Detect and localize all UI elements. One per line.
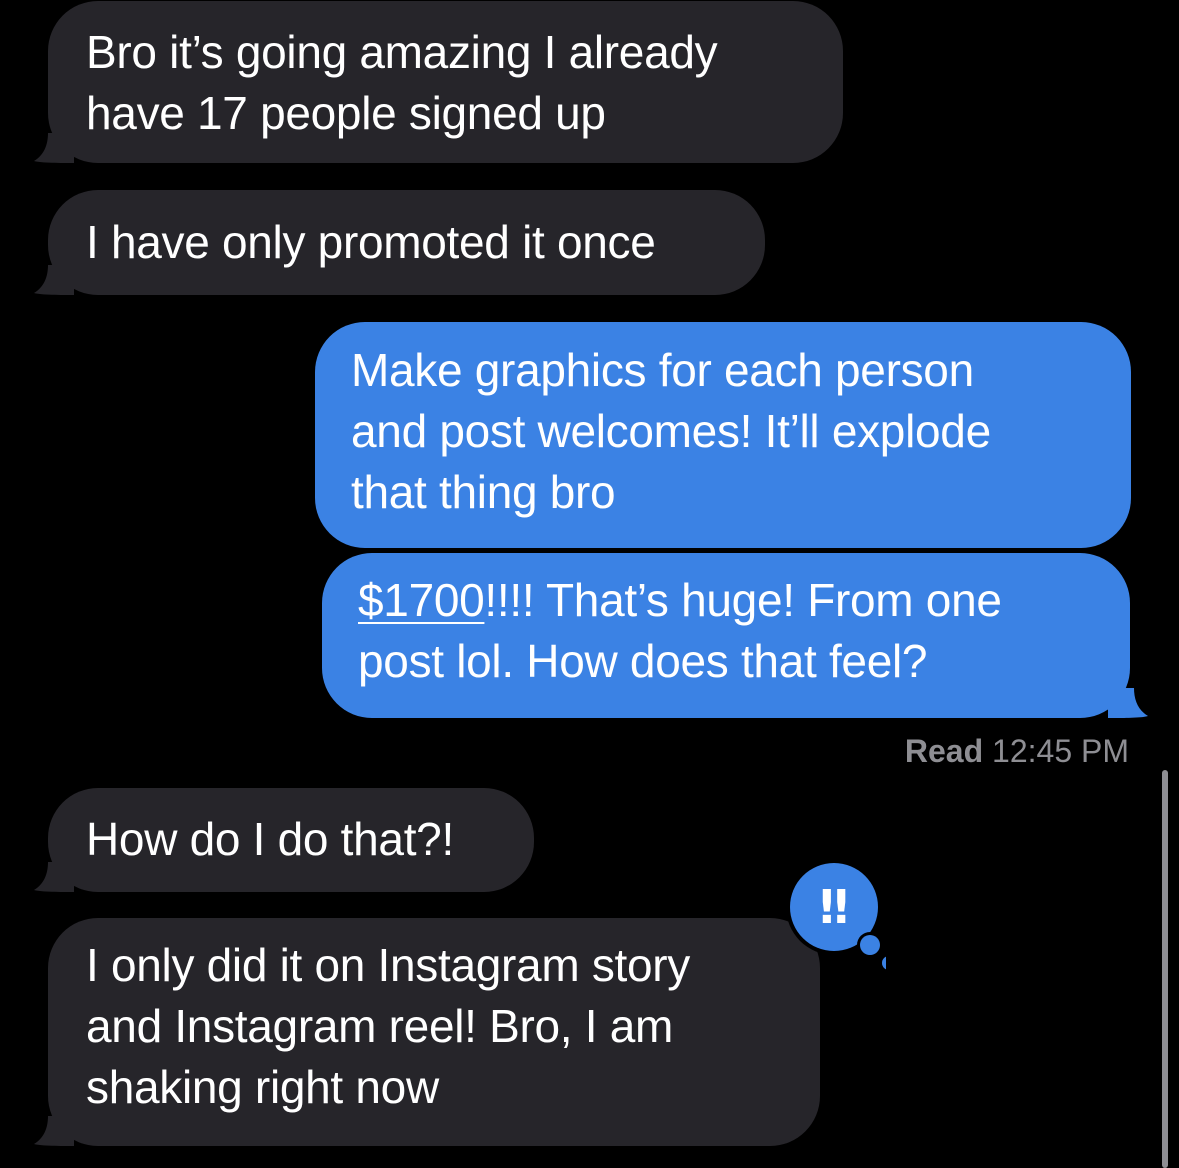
read-label: Read (904, 733, 984, 769)
bubble-tail (34, 862, 74, 892)
message-bubble-incoming[interactable]: Bro it’s going amazing I already have 17… (34, 1, 843, 163)
read-receipt: Read 12:45 PM (905, 733, 1129, 770)
message-text-line: I only did it on Instagram story (86, 939, 691, 991)
amount-link[interactable]: $1700 (358, 574, 485, 626)
message-text-line: have 17 people signed up (86, 87, 606, 139)
bubble-tail (34, 265, 74, 295)
message-bubble-incoming[interactable]: I only did it on Instagram story and Ins… (34, 918, 820, 1146)
message-bubble-incoming[interactable]: How do I do that?! (34, 788, 534, 892)
message-text-line: Make graphics for each person (351, 344, 974, 396)
message-text-line: that thing bro (351, 466, 616, 518)
bubble-tail (34, 1116, 74, 1146)
message-text-line: How do I do that?! (86, 813, 454, 865)
bubble-tail (1108, 688, 1148, 718)
read-time: 12:45 PM (992, 733, 1129, 769)
message-bubble-outgoing[interactable]: $1700!!!! That’s huge! From one post lol… (322, 553, 1148, 718)
message-text-line: and Instagram reel! Bro, I am (86, 1000, 674, 1052)
scrollbar[interactable] (1162, 770, 1168, 1168)
message-text-line: shaking right now (86, 1061, 439, 1113)
emphasis-reaction-icon[interactable]: ‼ (786, 857, 898, 977)
message-bubble-incoming[interactable]: I have only promoted it once (34, 190, 765, 295)
reaction-symbol: ‼ (819, 880, 849, 934)
message-text-segment: !!!! That’s huge! From one (484, 574, 1002, 626)
message-text-line: $1700!!!! That’s huge! From one (358, 570, 1094, 631)
message-text-line: and post welcomes! It’ll explode (351, 405, 991, 457)
bubble-tail (34, 133, 74, 163)
message-text-line: I have only promoted it once (86, 216, 656, 268)
message-text-line: Bro it’s going amazing I already (86, 26, 718, 78)
message-text-line: post lol. How does that feel? (358, 635, 928, 687)
message-bubble-outgoing[interactable]: Make graphics for each person and post w… (315, 322, 1131, 548)
